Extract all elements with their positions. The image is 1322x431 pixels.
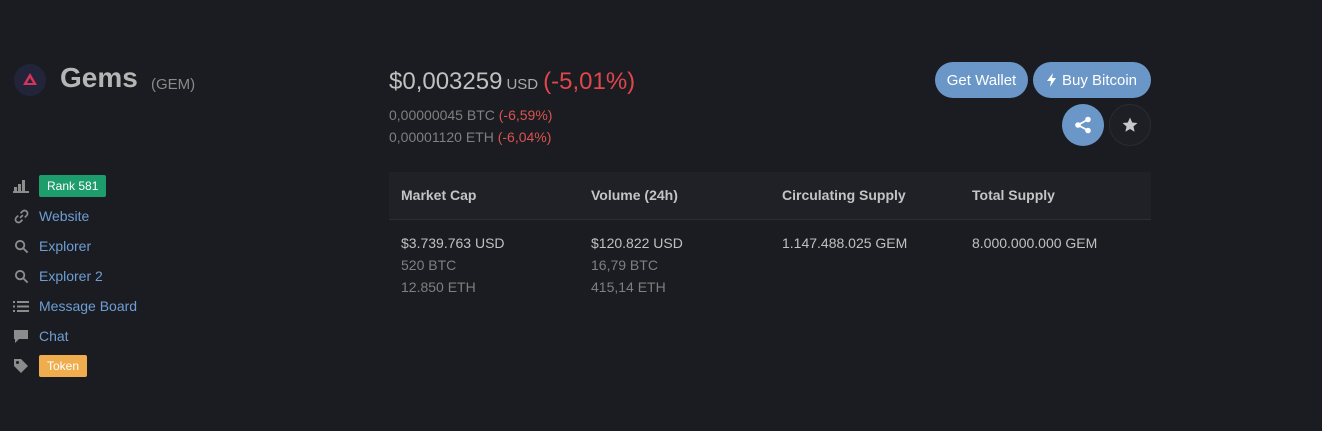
sidebar-item-website[interactable]: Website: [12, 204, 89, 228]
favorite-button[interactable]: [1109, 104, 1151, 146]
chat-bubble-icon: [12, 327, 30, 345]
coin-logo: [14, 64, 46, 96]
lightning-bolt-icon: [1046, 73, 1056, 87]
price-usd-unit: USD: [506, 76, 539, 93]
list-icon: [12, 297, 30, 315]
market-cap-usd: $3.739.763 USD: [401, 235, 505, 251]
share-button[interactable]: [1062, 104, 1104, 146]
sidebar-item-message-board[interactable]: Message Board: [12, 294, 137, 318]
explorer-link[interactable]: Explorer: [39, 238, 91, 254]
price-eth: 0,00001120 ETH: [389, 129, 494, 145]
sidebar-item-chat[interactable]: Chat: [12, 324, 69, 348]
volume-header: Volume (24h): [591, 187, 678, 203]
sidebar-item-explorer-2[interactable]: Explorer 2: [12, 264, 103, 288]
message-board-link[interactable]: Message Board: [39, 298, 137, 314]
link-icon: [12, 207, 30, 225]
get-wallet-button[interactable]: Get Wallet: [935, 62, 1028, 98]
sidebar-item-explorer[interactable]: Explorer: [12, 234, 91, 258]
rank-badge: Rank 581: [39, 175, 107, 197]
market-cap-header: Market Cap: [401, 187, 477, 203]
volume-usd: $120.822 USD: [591, 235, 683, 251]
bar-chart-icon: [12, 177, 30, 195]
circulating-supply-header: Circulating Supply: [782, 187, 906, 203]
price-btc-row: 0,00000045 BTC (-6,59%): [389, 107, 552, 123]
gem-logo-icon: [23, 73, 37, 85]
buy-bitcoin-label: Buy Bitcoin: [1061, 71, 1138, 89]
get-wallet-label: Get Wallet: [946, 71, 1017, 89]
sidebar-item-token: Token: [12, 354, 88, 378]
market-cap-eth: 12.850 ETH: [401, 279, 476, 295]
volume-eth: 415,14 ETH: [591, 279, 666, 295]
coin-symbol: (GEM): [151, 76, 196, 93]
buy-bitcoin-button[interactable]: Buy Bitcoin: [1033, 62, 1151, 98]
volume-btc: 16,79 BTC: [591, 257, 658, 273]
explorer-2-link[interactable]: Explorer 2: [39, 268, 103, 284]
search-icon: [12, 237, 30, 255]
price-usd: $0,003259: [389, 68, 503, 95]
circulating-supply-value: 1.147.488.025 GEM: [782, 235, 908, 251]
coin-name: Gems: [60, 62, 138, 93]
website-link[interactable]: Website: [39, 208, 89, 224]
price-btc: 0,00000045 BTC: [389, 107, 495, 123]
price-btc-change: (-6,59%): [498, 107, 553, 123]
sidebar-item-rank: Rank 581: [12, 174, 107, 198]
token-badge: Token: [39, 355, 88, 377]
star-icon: [1122, 117, 1138, 132]
share-icon: [1075, 116, 1091, 134]
chat-link[interactable]: Chat: [39, 328, 69, 344]
price-eth-row: 0,00001120 ETH (-6,04%): [389, 129, 551, 145]
price-main: $0,003259 USD (-5,01%): [389, 68, 635, 96]
price-eth-change: (-6,04%): [497, 129, 552, 145]
search-icon: [12, 267, 30, 285]
total-supply-header: Total Supply: [972, 187, 1055, 203]
price-usd-change: (-5,01%): [543, 68, 636, 95]
total-supply-value: 8.000.000.000 GEM: [972, 235, 1098, 251]
market-cap-btc: 520 BTC: [401, 257, 457, 273]
tag-icon: [12, 357, 30, 375]
